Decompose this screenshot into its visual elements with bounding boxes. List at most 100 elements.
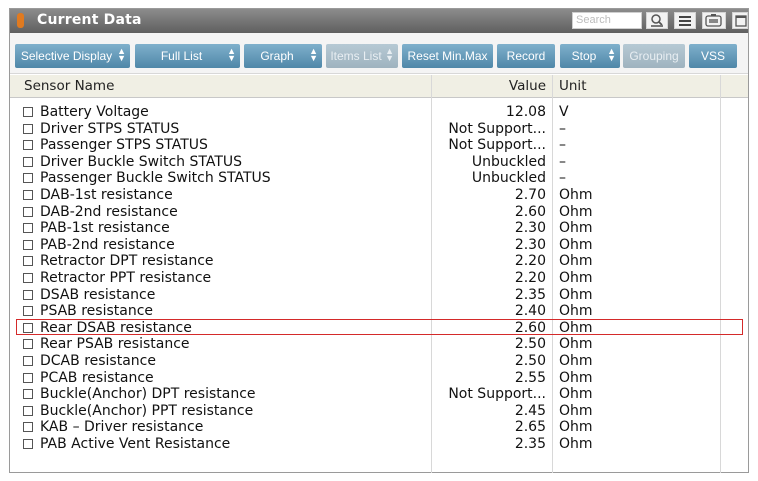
row-checkbox[interactable] <box>23 206 33 217</box>
sensor-unit: Ohm <box>559 369 593 386</box>
stop-dropdown[interactable]: Stop ▲ ▼ <box>560 44 620 68</box>
sensor-name: Buckle(Anchor) DPT resistance <box>40 386 256 403</box>
row-checkbox[interactable] <box>23 322 33 333</box>
table-row[interactable]: Buckle(Anchor) PPT resistance 2.45 Ohm <box>10 403 748 420</box>
sensor-name: Battery Voltage <box>40 104 149 120</box>
row-checkbox[interactable] <box>23 389 33 400</box>
sensor-name: Rear PSAB resistance <box>40 336 190 353</box>
row-checkbox[interactable] <box>23 107 33 117</box>
search-input[interactable]: Search <box>572 12 642 29</box>
chevron-updown-icon: ▲ ▼ <box>227 46 236 63</box>
row-checkbox[interactable] <box>23 140 33 151</box>
sensor-unit: – <box>559 137 566 154</box>
sensor-unit: Ohm <box>559 303 593 320</box>
row-checkbox[interactable] <box>23 372 33 383</box>
full-list-dropdown[interactable]: Full List ▲ ▼ <box>135 44 240 68</box>
sensor-unit: Ohm <box>559 435 593 452</box>
zoom-icon[interactable] <box>646 12 668 29</box>
table-row[interactable]: Battery Voltage 12.08 V <box>10 104 748 121</box>
sensor-value: 2.50 <box>514 336 546 353</box>
row-checkbox[interactable] <box>23 223 33 234</box>
row-checkbox[interactable] <box>23 405 33 416</box>
row-checkbox[interactable] <box>23 355 33 366</box>
row-checkbox[interactable] <box>23 156 33 167</box>
row-checkbox[interactable] <box>23 239 33 250</box>
list-view-icon[interactable] <box>674 12 696 29</box>
table-row[interactable]: Retractor DPT resistance 2.20 Ohm <box>10 253 748 270</box>
row-checkbox[interactable] <box>23 422 33 433</box>
row-checkbox[interactable] <box>23 189 33 200</box>
sensor-unit: Ohm <box>559 336 593 353</box>
table-row[interactable]: KAB – Driver resistance 2.65 Ohm <box>10 419 748 436</box>
graph-dropdown[interactable]: Graph ▲ ▼ <box>244 44 322 68</box>
table-row-highlighted[interactable]: Rear DSAB resistance 2.60 Ohm <box>10 318 748 337</box>
sensor-value: 2.30 <box>514 236 546 253</box>
window-icon[interactable] <box>732 12 748 29</box>
table-row[interactable]: PCAB resistance 2.55 Ohm <box>10 370 748 387</box>
sensor-unit: – <box>559 153 566 170</box>
sensor-unit: Ohm <box>559 319 593 336</box>
sensor-unit: Ohm <box>559 186 593 203</box>
reset-min-max-button[interactable]: Reset Min.Max <box>402 44 493 68</box>
table-row[interactable]: DSAB resistance 2.35 Ohm <box>10 287 748 304</box>
table-row[interactable]: DAB-1st resistance 2.70 Ohm <box>10 187 748 204</box>
sensor-value: Unbuckled <box>471 153 546 170</box>
table-header: Sensor Name Value Unit <box>10 75 748 98</box>
row-checkbox[interactable] <box>23 289 33 300</box>
record-label: Record <box>506 49 546 63</box>
table-row[interactable]: Buckle(Anchor) DPT resistance Not Support… <box>10 386 748 403</box>
table-row[interactable]: DCAB resistance 2.50 Ohm <box>10 353 748 370</box>
sensor-unit: Ohm <box>559 402 593 419</box>
sensor-name: Driver Buckle Switch STATUS <box>40 153 243 170</box>
row-checkbox[interactable] <box>23 123 33 134</box>
table-row[interactable]: Retractor PPT resistance 2.20 Ohm <box>10 270 748 287</box>
sensor-unit: Ohm <box>559 253 593 270</box>
table-row[interactable]: Driver Buckle Switch STATUS Unbuckled – <box>10 154 748 171</box>
table-row[interactable]: Passenger STPS STATUS Not Support... – <box>10 137 748 154</box>
sensor-value: 2.35 <box>514 435 546 452</box>
sensor-value: Not Support... <box>448 386 546 403</box>
unit-header[interactable]: Unit <box>559 78 586 94</box>
sensor-name: DCAB resistance <box>40 352 156 369</box>
sensor-name: Driver STPS STATUS <box>40 120 180 137</box>
table-row[interactable]: PAB-1st resistance 2.30 Ohm <box>10 220 748 237</box>
items-list-dropdown[interactable]: Items List ▲ ▼ <box>326 44 398 68</box>
table-row[interactable]: Driver STPS STATUS Not Support... – <box>10 121 748 138</box>
window-title: Current Data <box>37 12 142 28</box>
row-checkbox[interactable] <box>23 306 33 317</box>
stop-label: Stop <box>571 49 597 63</box>
row-checkbox[interactable] <box>23 339 33 350</box>
battery-icon[interactable] <box>702 12 726 29</box>
chevron-updown-icon: ▲ ▼ <box>385 46 394 63</box>
sensor-value: Unbuckled <box>471 170 546 187</box>
table-row[interactable]: DAB-2nd resistance 2.60 Ohm <box>10 204 748 221</box>
vss-button[interactable]: VSS <box>689 44 737 68</box>
table-row[interactable]: PAB-2nd resistance 2.30 Ohm <box>10 237 748 254</box>
sensor-name: DAB-1st resistance <box>40 186 173 203</box>
record-button[interactable]: Record <box>497 44 555 68</box>
vss-label: VSS <box>700 49 725 63</box>
sensor-unit: Ohm <box>559 419 593 436</box>
sensor-table: Battery Voltage 12.08 V Driver STPS STATUS N… <box>10 104 748 452</box>
sensor-unit: Ohm <box>559 236 593 253</box>
table-row[interactable]: Rear PSAB resistance 2.50 Ohm <box>10 336 748 353</box>
selective-display-dropdown[interactable]: Selective Display ▲ ▼ <box>15 44 130 68</box>
sensor-unit: Ohm <box>559 203 593 220</box>
full-list-label: Full List <box>160 49 203 63</box>
row-checkbox[interactable] <box>23 173 33 184</box>
current-data-window: Current Data Search Selective Display ▲ ▼… <box>9 8 749 473</box>
row-checkbox[interactable] <box>23 272 33 283</box>
table-row[interactable]: PAB Active Vent Resistance 2.35 Ohm <box>10 436 748 453</box>
value-header[interactable]: Value <box>456 78 546 94</box>
reset-min-max-label: Reset Min.Max <box>407 49 488 63</box>
sensor-unit: Ohm <box>559 386 593 403</box>
sensor-name: PSAB resistance <box>40 303 154 320</box>
sensor-name-header[interactable]: Sensor Name <box>24 78 114 94</box>
row-checkbox[interactable] <box>23 438 33 449</box>
sensor-value: 2.65 <box>514 419 546 436</box>
table-row[interactable]: PSAB resistance 2.40 Ohm <box>10 303 748 320</box>
grouping-button[interactable]: Grouping <box>623 44 685 68</box>
row-checkbox[interactable] <box>23 256 33 267</box>
table-row[interactable]: Passenger Buckle Switch STATUS Unbuckled – <box>10 170 748 187</box>
chevron-updown-icon: ▲ ▼ <box>309 46 318 63</box>
